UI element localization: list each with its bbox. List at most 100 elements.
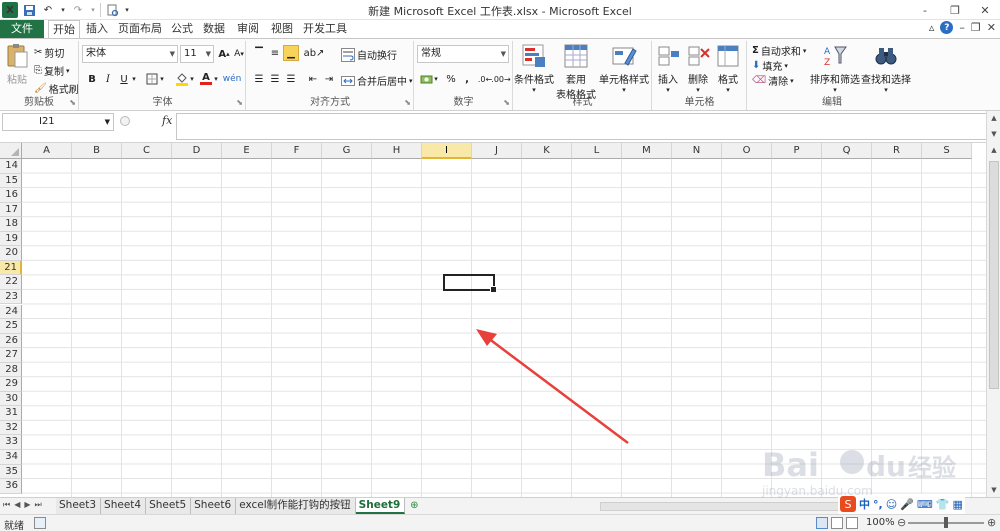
row-header[interactable]: 19	[0, 231, 22, 247]
tab-page-layout[interactable]: 页面布局	[116, 20, 164, 38]
format-cells-button[interactable]: 格式 ▾	[713, 43, 743, 94]
sheet-tab[interactable]: Sheet4	[101, 498, 147, 514]
row-header[interactable]: 16	[0, 188, 22, 203]
formula-expand-button[interactable]: ▲ ▼	[986, 111, 1000, 143]
phonetic-button[interactable]: wén	[223, 71, 242, 87]
row-header[interactable]: 30	[0, 391, 22, 407]
row-header[interactable]: 35	[0, 464, 22, 480]
tab-insert[interactable]: 插入	[82, 20, 112, 38]
orientation-button[interactable]: ab↗	[303, 45, 325, 61]
copy-button[interactable]: ⎘ 复制 ▾	[34, 63, 70, 78]
fill-color-dropdown-icon[interactable]: ▾	[188, 71, 196, 87]
name-box[interactable]: I21 ▼	[2, 113, 114, 131]
tab-data[interactable]: 数据	[200, 20, 228, 38]
column-header[interactable]: D	[172, 143, 222, 159]
conditional-formatting-button[interactable]: 条件格式 ▾	[514, 43, 554, 94]
align-top-button[interactable]: ▔	[251, 45, 267, 61]
normal-view-button[interactable]	[816, 517, 828, 529]
autosum-button[interactable]: Σ 自动求和 ▾	[752, 43, 806, 58]
sheet-tab[interactable]: Sheet9	[355, 498, 406, 514]
insert-function-button[interactable]: fx	[162, 114, 172, 127]
row-header[interactable]: 27	[0, 348, 22, 363]
worksheet-grid[interactable]: ABCDEFGHIJKLMNOPQRS 14 15 16 17 18 19 20 21 22 23…	[0, 143, 986, 497]
cell-styles-button[interactable]: 单元格样式 ▾	[598, 43, 650, 94]
row-header[interactable]: 15	[0, 173, 22, 189]
column-header[interactable]: G	[322, 143, 372, 159]
undo-dropdown-icon[interactable]: ▾	[59, 2, 67, 18]
cut-button[interactable]: ✂ 剪切	[34, 45, 64, 60]
row-header[interactable]: 29	[0, 377, 22, 392]
workbook-minimize-icon[interactable]: –	[959, 21, 965, 34]
ime-skin-icon[interactable]: 👕	[936, 498, 950, 511]
row-header[interactable]: 33	[0, 435, 22, 450]
row-header[interactable]: 26	[0, 333, 22, 349]
workbook-restore-icon[interactable]: ❐	[971, 21, 981, 34]
row-header[interactable]: 17	[0, 202, 22, 218]
row-header[interactable]: 14	[0, 159, 22, 174]
shrink-font-button[interactable]: A ▾	[231, 46, 247, 62]
row-header[interactable]: 24	[0, 304, 22, 320]
column-header[interactable]: F	[272, 143, 322, 159]
column-header[interactable]: E	[222, 143, 272, 159]
zoom-in-icon[interactable]: ⊕	[987, 516, 996, 529]
merge-center-button[interactable]: 合并后居中 ▾	[341, 73, 413, 88]
column-header[interactable]: H	[372, 143, 422, 159]
prev-sheet-icon[interactable]: ◀	[14, 500, 20, 510]
tab-file[interactable]: 文件	[0, 20, 44, 38]
redo-dropdown-icon[interactable]: ▾	[89, 2, 97, 18]
tab-home[interactable]: 开始	[48, 20, 80, 39]
font-launcher-icon[interactable]: ⬊	[236, 98, 243, 107]
clear-button[interactable]: ⌫ 清除 ▾	[752, 73, 794, 88]
comma-style-button[interactable]: ,	[459, 71, 475, 87]
row-header[interactable]: 36	[0, 479, 22, 494]
row-header[interactable]: 25	[0, 319, 22, 334]
tab-developer[interactable]: 开发工具	[302, 20, 348, 38]
fill-button[interactable]: ⬇ 填充 ▾	[752, 58, 788, 73]
first-sheet-icon[interactable]: ⏮	[3, 500, 10, 510]
ime-tools-icon[interactable]: ▦	[952, 498, 962, 511]
sogou-logo-icon[interactable]: S	[840, 496, 856, 512]
column-header[interactable]: I	[422, 143, 472, 159]
ime-mode-indicator[interactable]: 中	[859, 496, 870, 512]
find-select-button[interactable]: 查找和选择 ▾	[860, 43, 912, 94]
underline-dropdown-icon[interactable]: ▾	[130, 71, 138, 87]
column-header[interactable]: B	[72, 143, 122, 159]
sheet-tab[interactable]: Sheet5	[146, 498, 192, 514]
grow-font-button[interactable]: A ▴	[216, 46, 232, 62]
column-header[interactable]: Q	[822, 143, 872, 159]
excel-app-icon[interactable]: X	[2, 2, 18, 18]
alignment-launcher-icon[interactable]: ⬊	[404, 98, 411, 107]
minimize-button[interactable]: -	[910, 0, 940, 20]
column-header[interactable]: J	[472, 143, 522, 159]
row-header[interactable]: 22	[0, 275, 22, 290]
align-left-button[interactable]: ☰	[251, 71, 267, 87]
column-header[interactable]: O	[722, 143, 772, 159]
workbook-close-icon[interactable]: ✕	[987, 21, 996, 34]
tab-formulas[interactable]: 公式	[168, 20, 196, 38]
row-header[interactable]: 23	[0, 289, 22, 305]
close-button[interactable]: ✕	[970, 0, 1000, 20]
row-header[interactable]: 20	[0, 246, 22, 261]
column-header[interactable]: A	[22, 143, 72, 159]
undo-icon[interactable]: ↶	[40, 2, 56, 18]
zoom-out-icon[interactable]: ⊖	[897, 516, 906, 529]
column-header[interactable]: P	[772, 143, 822, 159]
decrease-decimal-button[interactable]: .00→	[491, 71, 510, 87]
clipboard-launcher-icon[interactable]: ⬊	[69, 98, 76, 107]
scroll-thumb[interactable]	[989, 161, 999, 389]
active-cell[interactable]	[443, 274, 497, 293]
sheet-tab[interactable]: Sheet6	[191, 498, 237, 514]
number-format-select[interactable]: 常规 ▼	[417, 45, 509, 63]
cells-area[interactable]	[22, 159, 986, 497]
row-header[interactable]: 34	[0, 450, 22, 465]
redo-icon[interactable]: ↷	[70, 2, 86, 18]
wrap-text-button[interactable]: 自动换行	[341, 47, 397, 62]
column-header[interactable]: C	[122, 143, 172, 159]
print-preview-icon[interactable]	[104, 2, 120, 18]
accounting-dropdown-icon[interactable]: ▾	[432, 71, 440, 87]
increase-indent-button[interactable]: ⇥	[321, 71, 337, 87]
insert-cells-button[interactable]: 插入 ▾	[653, 43, 683, 94]
column-header[interactable]: R	[872, 143, 922, 159]
formula-input[interactable]	[176, 113, 988, 140]
column-header[interactable]: N	[672, 143, 722, 159]
